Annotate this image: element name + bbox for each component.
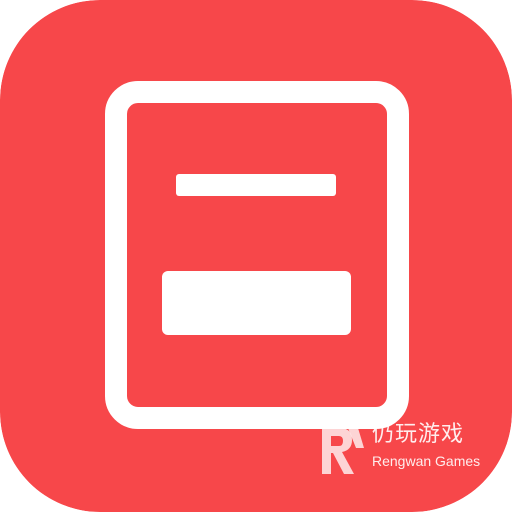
rengwan-logo-icon (322, 428, 364, 474)
app-icon[interactable]: 仍玩游戏 Rengwan Games (0, 0, 512, 512)
document-outline (105, 81, 409, 429)
watermark: 仍玩游戏 Rengwan Games (318, 414, 490, 494)
watermark-text-en: Rengwan Games (372, 453, 481, 469)
form-line-bar (176, 174, 336, 196)
watermark-text-cn: 仍玩游戏 (372, 422, 465, 447)
form-field-block (162, 271, 351, 335)
